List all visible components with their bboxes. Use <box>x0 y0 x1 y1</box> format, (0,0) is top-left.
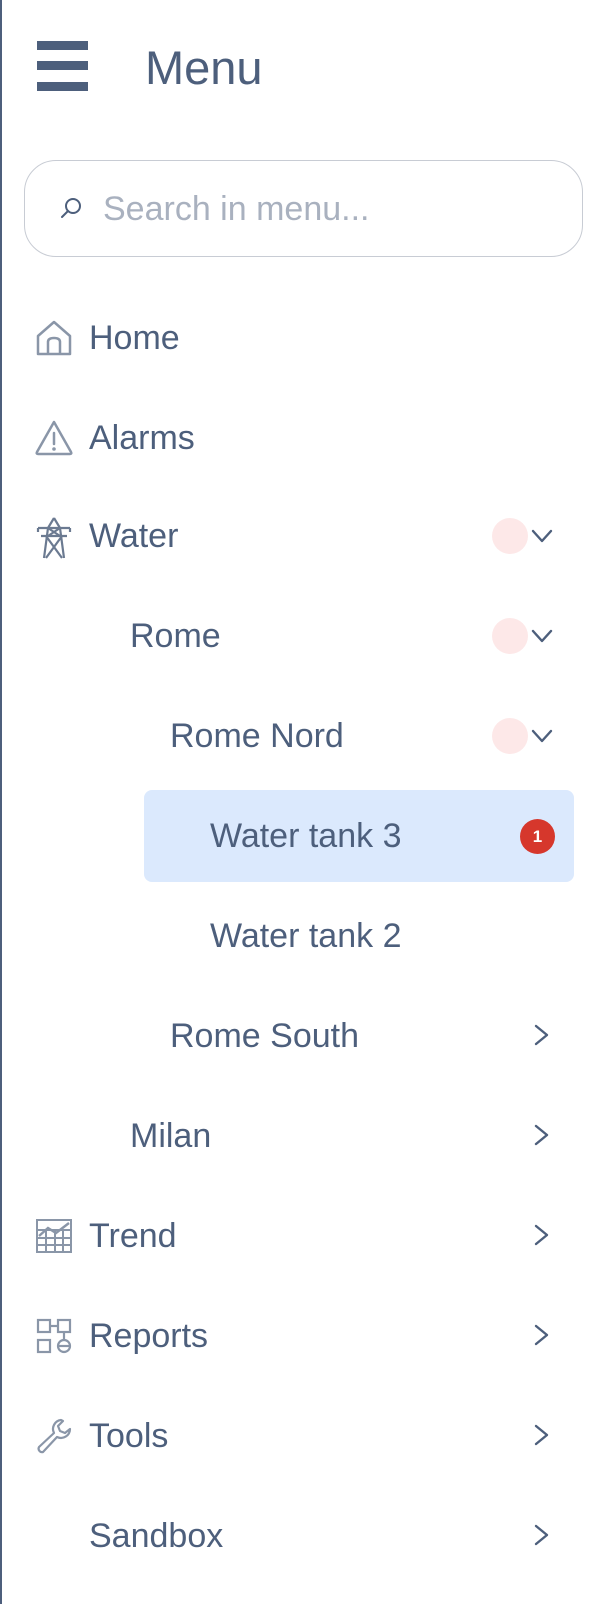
menu-title: Menu <box>145 41 263 94</box>
menu-item-home[interactable]: Home <box>2 292 598 384</box>
alarm-indicator <box>492 618 528 654</box>
menu-item-water-tank-3[interactable]: Water tank 3 1 <box>2 790 598 882</box>
menu-item-rome-south[interactable]: Rome South <box>2 990 598 1082</box>
chevron-right-icon[interactable] <box>530 1318 554 1354</box>
menu-item-trend[interactable]: Trend <box>2 1190 598 1282</box>
menu-item-rome-nord[interactable]: Rome Nord <box>2 690 598 782</box>
chevron-down-icon[interactable] <box>530 618 554 654</box>
menu-item-tools[interactable]: Tools <box>2 1390 598 1482</box>
chevron-right-icon[interactable] <box>530 1418 554 1454</box>
chevron-right-icon[interactable] <box>530 1118 554 1154</box>
warning-icon <box>34 418 74 458</box>
wrench-icon <box>34 1416 74 1456</box>
menu-header: Menu <box>2 0 598 140</box>
home-icon <box>34 318 74 358</box>
chart-grid-icon <box>34 1216 74 1256</box>
menu-item-alarms[interactable]: Alarms <box>2 392 598 484</box>
menu-item-label: Water <box>89 517 179 555</box>
menu-item-label: Alarms <box>89 419 195 457</box>
search-box <box>24 160 583 257</box>
menu-item-label: Rome South <box>170 1017 359 1055</box>
search-input[interactable] <box>103 181 543 237</box>
menu-item-water-tank-2[interactable]: Water tank 2 <box>2 890 598 982</box>
power-tower-icon <box>34 516 74 559</box>
menu-item-rome[interactable]: Rome <box>2 590 598 682</box>
menu-item-label: Trend <box>89 1217 177 1255</box>
menu-item-label: Reports <box>89 1317 209 1355</box>
alarm-indicator <box>492 718 528 754</box>
menu-item-label: Tools <box>89 1417 169 1455</box>
sidebar-menu: Menu Home Alarms <box>0 0 598 1604</box>
hamburger-icon[interactable] <box>37 41 89 93</box>
menu-item-label: Water tank 2 <box>210 917 402 955</box>
chevron-down-icon[interactable] <box>530 718 554 754</box>
chevron-down-icon[interactable] <box>530 518 554 554</box>
menu-item-water[interactable]: Water <box>2 490 598 582</box>
search-icon <box>59 196 83 220</box>
alarm-count-badge: 1 <box>520 819 555 854</box>
menu-item-label: Rome Nord <box>170 717 344 755</box>
menu-item-label: Milan <box>130 1117 212 1155</box>
menu-item-label: Rome <box>130 617 221 655</box>
chevron-right-icon[interactable] <box>530 1518 554 1554</box>
reports-icon <box>34 1316 74 1356</box>
menu-item-milan[interactable]: Milan <box>2 1090 598 1182</box>
menu-item-sandbox[interactable]: Sandbox <box>2 1490 598 1582</box>
chevron-right-icon[interactable] <box>530 1018 554 1054</box>
menu-item-label: Sandbox <box>89 1517 224 1555</box>
menu-item-label: Water tank 3 <box>210 817 402 855</box>
menu-item-label: Home <box>89 319 180 357</box>
chevron-right-icon[interactable] <box>530 1218 554 1254</box>
alarm-indicator <box>492 518 528 554</box>
menu-item-reports[interactable]: Reports <box>2 1290 598 1382</box>
